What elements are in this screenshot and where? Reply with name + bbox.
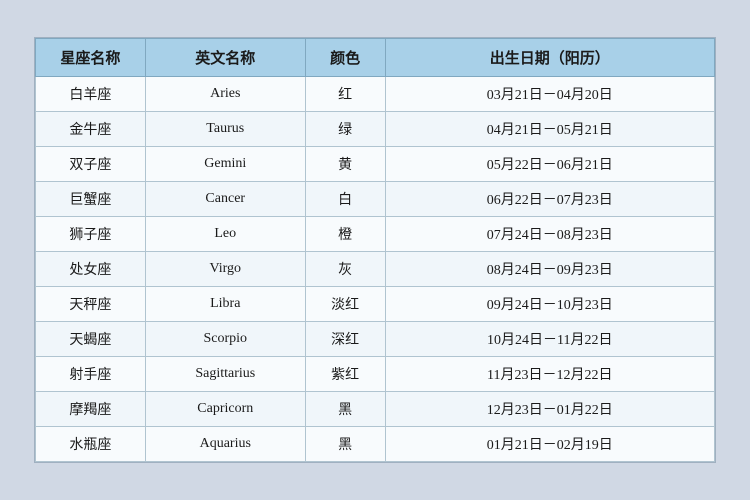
cell-chinese: 天蝎座 (36, 322, 146, 357)
table-row: 水瓶座Aquarius黑01月21日－02月19日 (36, 427, 715, 462)
cell-color: 淡红 (305, 287, 385, 322)
cell-date: 10月24日－11月22日 (385, 322, 714, 357)
cell-color: 橙 (305, 217, 385, 252)
cell-date: 12月23日－01月22日 (385, 392, 714, 427)
cell-chinese: 射手座 (36, 357, 146, 392)
table-row: 双子座Gemini黄05月22日－06月21日 (36, 147, 715, 182)
header-english: 英文名称 (145, 39, 305, 77)
table-body: 白羊座Aries红03月21日－04月20日金牛座Taurus绿04月21日－0… (36, 77, 715, 462)
table-row: 摩羯座Capricorn黑12月23日－01月22日 (36, 392, 715, 427)
header-chinese: 星座名称 (36, 39, 146, 77)
cell-color: 红 (305, 77, 385, 112)
cell-date: 09月24日－10月23日 (385, 287, 714, 322)
cell-color: 绿 (305, 112, 385, 147)
table-row: 巨蟹座Cancer白06月22日－07月23日 (36, 182, 715, 217)
cell-color: 紫红 (305, 357, 385, 392)
cell-date: 03月21日－04月20日 (385, 77, 714, 112)
cell-english: Leo (145, 217, 305, 252)
cell-english: Gemini (145, 147, 305, 182)
cell-english: Libra (145, 287, 305, 322)
cell-date: 05月22日－06月21日 (385, 147, 714, 182)
cell-chinese: 摩羯座 (36, 392, 146, 427)
cell-english: Capricorn (145, 392, 305, 427)
cell-english: Virgo (145, 252, 305, 287)
cell-color: 黄 (305, 147, 385, 182)
cell-color: 黑 (305, 427, 385, 462)
header-color: 颜色 (305, 39, 385, 77)
table-row: 射手座Sagittarius紫红11月23日－12月22日 (36, 357, 715, 392)
cell-chinese: 天秤座 (36, 287, 146, 322)
cell-date: 07月24日－08月23日 (385, 217, 714, 252)
cell-english: Scorpio (145, 322, 305, 357)
table-row: 天蝎座Scorpio深红10月24日－11月22日 (36, 322, 715, 357)
cell-english: Aries (145, 77, 305, 112)
cell-color: 黑 (305, 392, 385, 427)
cell-date: 01月21日－02月19日 (385, 427, 714, 462)
table-row: 金牛座Taurus绿04月21日－05月21日 (36, 112, 715, 147)
cell-english: Sagittarius (145, 357, 305, 392)
cell-date: 08月24日－09月23日 (385, 252, 714, 287)
cell-chinese: 水瓶座 (36, 427, 146, 462)
header-date: 出生日期（阳历） (385, 39, 714, 77)
cell-chinese: 白羊座 (36, 77, 146, 112)
table-row: 处女座Virgo灰08月24日－09月23日 (36, 252, 715, 287)
cell-english: Aquarius (145, 427, 305, 462)
table-row: 狮子座Leo橙07月24日－08月23日 (36, 217, 715, 252)
cell-color: 灰 (305, 252, 385, 287)
cell-color: 白 (305, 182, 385, 217)
cell-chinese: 处女座 (36, 252, 146, 287)
cell-color: 深红 (305, 322, 385, 357)
table-header-row: 星座名称 英文名称 颜色 出生日期（阳历） (36, 39, 715, 77)
cell-english: Taurus (145, 112, 305, 147)
table-row: 白羊座Aries红03月21日－04月20日 (36, 77, 715, 112)
zodiac-table: 星座名称 英文名称 颜色 出生日期（阳历） 白羊座Aries红03月21日－04… (35, 38, 715, 462)
cell-chinese: 狮子座 (36, 217, 146, 252)
cell-date: 04月21日－05月21日 (385, 112, 714, 147)
cell-chinese: 金牛座 (36, 112, 146, 147)
cell-date: 11月23日－12月22日 (385, 357, 714, 392)
zodiac-table-container: 星座名称 英文名称 颜色 出生日期（阳历） 白羊座Aries红03月21日－04… (34, 37, 716, 463)
cell-english: Cancer (145, 182, 305, 217)
cell-chinese: 双子座 (36, 147, 146, 182)
cell-date: 06月22日－07月23日 (385, 182, 714, 217)
cell-chinese: 巨蟹座 (36, 182, 146, 217)
table-row: 天秤座Libra淡红09月24日－10月23日 (36, 287, 715, 322)
